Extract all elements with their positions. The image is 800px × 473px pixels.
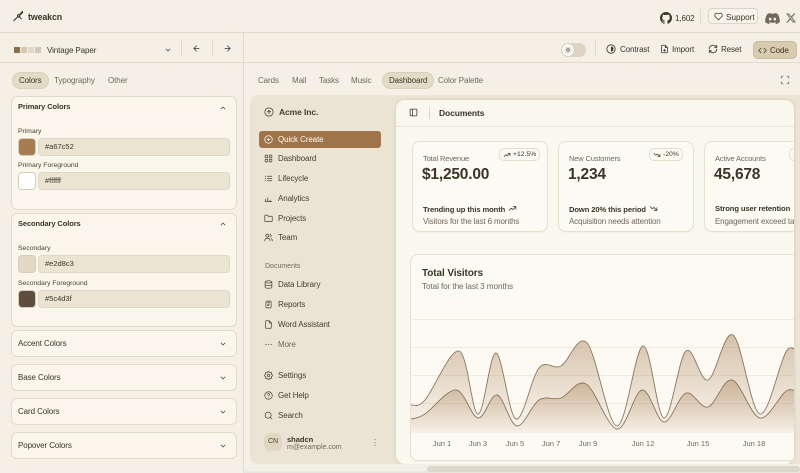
svg-text:Jun 18: Jun 18 (743, 439, 766, 448)
svg-text:Jun 5: Jun 5 (506, 439, 524, 448)
svg-text:Jun 15: Jun 15 (687, 439, 710, 448)
svg-text:Jun 3: Jun 3 (469, 439, 487, 448)
svg-text:Jun 7: Jun 7 (542, 439, 560, 448)
svg-text:Jun 9: Jun 9 (579, 439, 597, 448)
svg-text:Jun 12: Jun 12 (632, 439, 655, 448)
svg-text:Jun 1: Jun 1 (433, 439, 451, 448)
